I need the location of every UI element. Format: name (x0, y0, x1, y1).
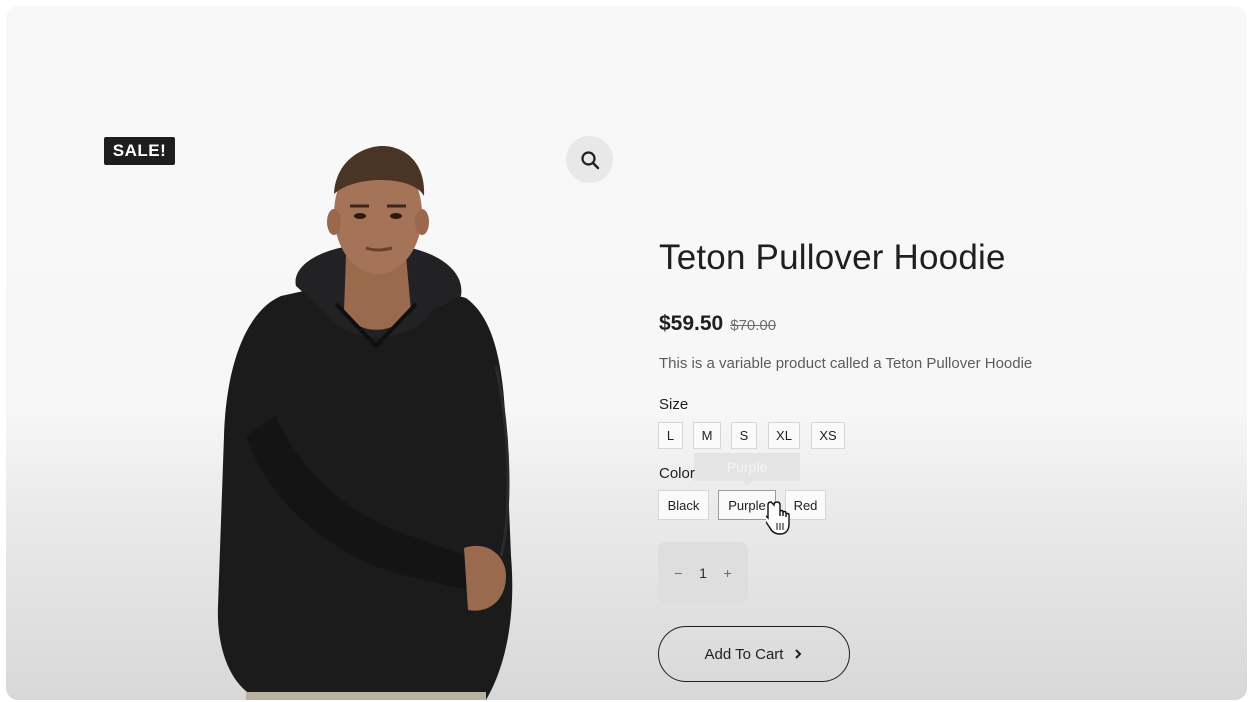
color-label: Color (659, 465, 695, 482)
product-description: This is a variable product called a Teto… (659, 355, 1033, 372)
search-icon (580, 150, 599, 169)
size-option-l[interactable]: L (658, 422, 683, 449)
regular-price: $70.00 (730, 317, 777, 334)
quantity-decrease-button[interactable]: − (674, 565, 682, 581)
sale-price: $59.50 (659, 312, 724, 335)
size-label: Size (659, 396, 689, 413)
size-option-xl[interactable]: XL (768, 422, 800, 449)
zoom-button[interactable] (566, 136, 613, 183)
hand-pointer-icon (766, 501, 790, 535)
quantity-value[interactable]: 1 (699, 565, 707, 581)
quantity-increase-button[interactable]: + (724, 565, 732, 581)
product-page: SALE! Teton Pullover Hoodie $59.50 $70.0… (6, 6, 1247, 700)
color-tooltip: Purple (694, 453, 800, 486)
chevron-right-icon (795, 649, 802, 659)
quantity-stepper: − 1 + (658, 542, 748, 604)
size-option-m[interactable]: M (693, 422, 721, 449)
color-option-black[interactable]: Black (658, 490, 709, 520)
size-option-s[interactable]: S (731, 422, 757, 449)
add-to-cart-button[interactable]: Add To Cart (658, 626, 850, 682)
product-title: Teton Pullover Hoodie (659, 238, 1006, 277)
product-image (217, 146, 513, 700)
price-row: $59.50 $70.00 (659, 312, 776, 336)
size-option-xs[interactable]: XS (811, 422, 845, 449)
add-to-cart-label: Add To Cart (704, 645, 784, 663)
sale-badge: SALE! (104, 137, 175, 165)
